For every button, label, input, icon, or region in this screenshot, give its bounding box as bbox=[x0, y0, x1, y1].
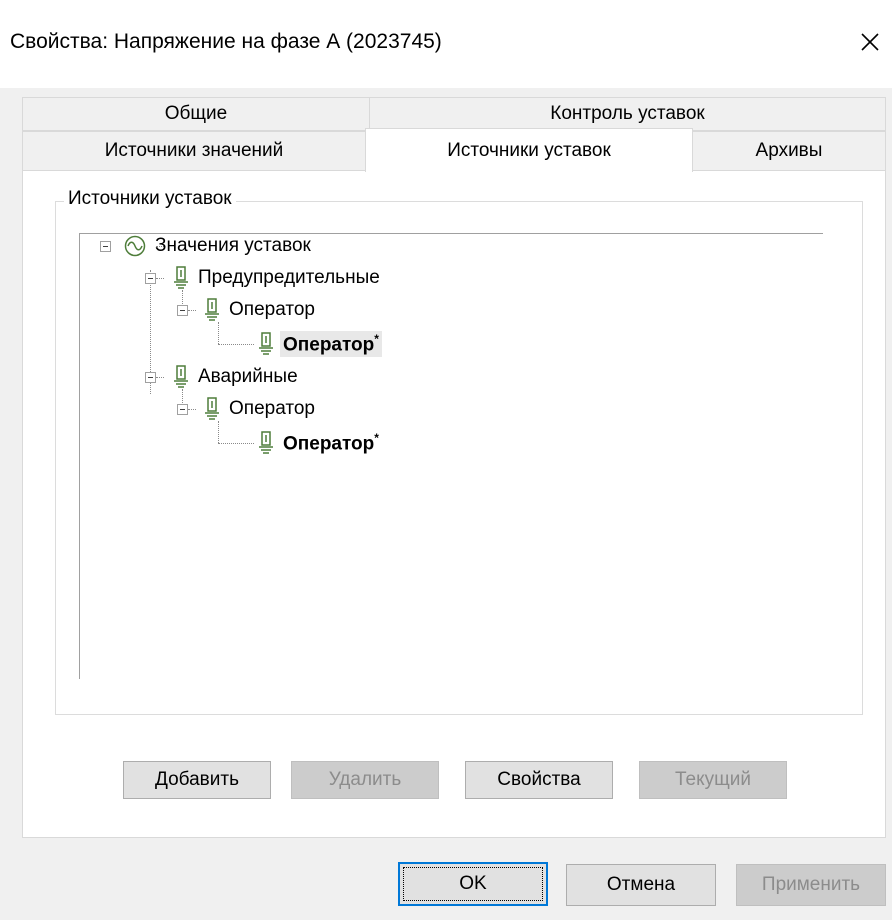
node-text: Оператор bbox=[283, 433, 375, 455]
tree-node-label-selected: Оператор* bbox=[280, 330, 382, 358]
properties-button[interactable]: Свойства bbox=[465, 761, 613, 799]
tree-node-label: Оператор bbox=[229, 398, 315, 419]
tree-node-warning-operator-current[interactable]: Оператор* bbox=[258, 329, 382, 359]
tab-setpoint-control[interactable]: Контроль уставок bbox=[369, 97, 886, 131]
ok-button[interactable]: OK bbox=[398, 862, 548, 906]
group-title: Источники уставок bbox=[64, 188, 236, 210]
tab-general[interactable]: Общие bbox=[22, 97, 370, 131]
properties-dialog: Свойства: Напряжение на фазе А (2023745)… bbox=[0, 0, 892, 920]
focus-rectangle bbox=[403, 867, 543, 901]
cancel-button[interactable]: Отмена bbox=[566, 864, 716, 906]
tree-node-label: Оператор* bbox=[280, 430, 382, 456]
button-label: Текущий bbox=[675, 769, 751, 790]
close-button[interactable] bbox=[848, 20, 892, 64]
current-marker: * bbox=[374, 331, 379, 346]
collapse-toggle-root[interactable] bbox=[100, 241, 111, 252]
tab-archives[interactable]: Архивы bbox=[692, 131, 886, 171]
collapse-toggle-warning-operator[interactable] bbox=[177, 305, 188, 316]
tab-setpoint-sources[interactable]: Источники уставок bbox=[365, 128, 693, 172]
tree-node-label: Предупредительные bbox=[198, 267, 380, 288]
tab-label: Архивы bbox=[755, 140, 823, 161]
collapse-toggle-warning[interactable] bbox=[145, 273, 156, 284]
tab-value-sources[interactable]: Источники значений bbox=[22, 131, 366, 171]
setpoint-icon bbox=[174, 266, 188, 289]
setpoint-icon bbox=[205, 397, 219, 420]
tree-node-warning[interactable]: Предупредительные bbox=[173, 263, 383, 293]
delete-button[interactable]: Удалить bbox=[291, 761, 439, 799]
button-label: Удалить bbox=[328, 769, 402, 790]
current-marker: * bbox=[374, 430, 379, 445]
tree-node-setpoint-values[interactable]: Значения уставок bbox=[124, 231, 314, 261]
tree-node-warning-operator[interactable]: Оператор bbox=[204, 295, 318, 325]
tab-label: Контроль уставок bbox=[550, 103, 705, 124]
sine-wave-icon bbox=[124, 235, 146, 257]
close-icon bbox=[861, 33, 879, 51]
setpoint-icon bbox=[259, 431, 273, 454]
window-title: Свойства: Напряжение на фазе А (2023745) bbox=[10, 30, 442, 53]
setpoint-tree[interactable]: Значения уставок Предупредительные Опера… bbox=[79, 233, 823, 679]
setpoint-icon bbox=[174, 365, 188, 388]
apply-button[interactable]: Применить bbox=[736, 864, 886, 906]
tree-node-label: Значения уставок bbox=[155, 235, 311, 256]
tree-node-alarm-operator-current[interactable]: Оператор* bbox=[258, 428, 382, 458]
collapse-toggle-alarm[interactable] bbox=[145, 372, 156, 383]
tree-node-label: Аварийные bbox=[198, 366, 298, 387]
collapse-toggle-alarm-operator[interactable] bbox=[177, 404, 188, 415]
button-label: Добавить bbox=[155, 769, 239, 790]
button-label: Отмена bbox=[606, 874, 676, 895]
tab-page-setpoint-sources: Источники уставок Значения уставок Преду… bbox=[22, 170, 886, 838]
setpoint-icon bbox=[259, 332, 273, 355]
current-button[interactable]: Текущий bbox=[639, 761, 787, 799]
tab-label: Источники значений bbox=[104, 140, 284, 161]
tab-label: Источники уставок bbox=[447, 139, 611, 161]
button-label: Применить bbox=[761, 874, 861, 895]
tab-label: Общие bbox=[164, 103, 228, 124]
add-button[interactable]: Добавить bbox=[123, 761, 271, 799]
tree-node-label: Оператор bbox=[229, 299, 315, 320]
tree-node-alarm-operator[interactable]: Оператор bbox=[204, 394, 318, 424]
setpoint-icon bbox=[205, 298, 219, 321]
button-label: Свойства bbox=[497, 769, 581, 790]
title-bar: Свойства: Напряжение на фазе А (2023745) bbox=[0, 0, 892, 88]
node-text: Оператор bbox=[283, 334, 375, 356]
tree-node-alarm[interactable]: Аварийные bbox=[173, 362, 301, 392]
